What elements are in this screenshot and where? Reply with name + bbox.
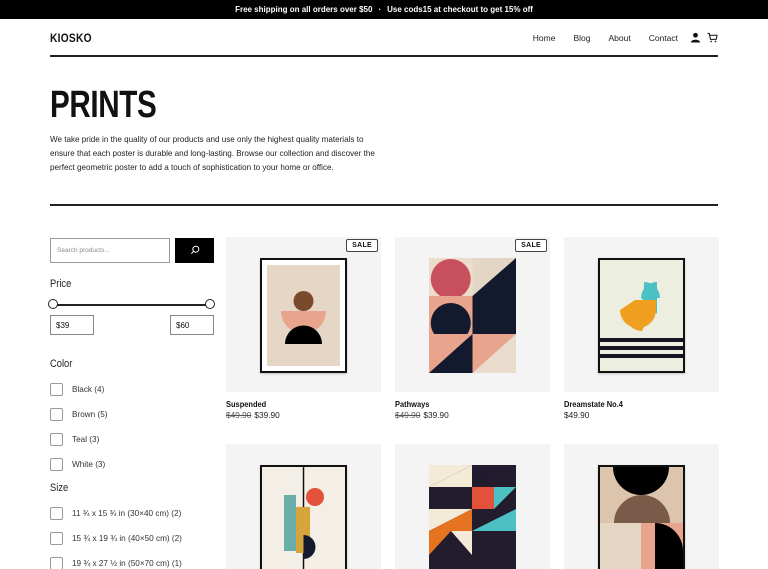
product-name[interactable]: Dreamstate No.4: [564, 399, 623, 409]
color-heading: Color: [50, 358, 73, 370]
price-slider-track[interactable]: [53, 304, 210, 306]
product-price: $49.90 $39.90: [395, 410, 449, 420]
sale-price: $39.90: [423, 410, 449, 420]
site-header: KIOSKO Home Blog About Contact: [50, 19, 718, 56]
product-image[interactable]: [598, 465, 685, 569]
color-option-brown[interactable]: Brown (5): [50, 408, 108, 421]
size-option-40x50[interactable]: 15 ¾ x 19 ¾ in (40×50 cm) (2): [50, 532, 182, 545]
size-option-label: 11 ¾ x 15 ¾ in (30×40 cm) (2): [72, 509, 182, 518]
checkbox[interactable]: [50, 507, 63, 520]
product-card-5[interactable]: [395, 444, 550, 569]
original-price: $49.90: [395, 410, 421, 420]
announcement-separator: ·: [378, 5, 382, 14]
announcement-bar: Free shipping on all orders over $50 · U…: [0, 0, 768, 19]
sale-badge: SALE: [346, 239, 378, 252]
product-card-suspended[interactable]: SALE: [226, 237, 381, 392]
size-option-30x40[interactable]: 11 ¾ x 15 ¾ in (30×40 cm) (2): [50, 507, 181, 520]
search-icon: [190, 243, 200, 258]
product-card-pathways[interactable]: SALE: [395, 237, 550, 392]
sale-badge: SALE: [515, 239, 547, 252]
color-option-label: Teal (3): [72, 435, 100, 444]
product-image[interactable]: [598, 258, 685, 373]
color-option-teal[interactable]: Teal (3): [50, 433, 99, 446]
product-image[interactable]: [429, 258, 516, 373]
product-price: $49.90 $39.90: [226, 410, 280, 420]
sale-price: $39.90: [254, 410, 280, 420]
size-option-label: 15 ¾ x 19 ¾ in (40×50 cm) (2): [72, 534, 182, 543]
product-image[interactable]: [260, 258, 347, 373]
hero-divider: [50, 204, 718, 206]
color-option-label: White (3): [72, 460, 106, 469]
promo-message: Use cods15 at checkout to get 15% off: [387, 5, 533, 14]
user-icon[interactable]: [690, 32, 701, 43]
nav-home[interactable]: Home: [533, 33, 556, 43]
product-name[interactable]: Suspended: [226, 399, 266, 409]
checkbox[interactable]: [50, 408, 63, 421]
page-description: We take pride in the quality of our prod…: [50, 135, 375, 172]
checkbox[interactable]: [50, 383, 63, 396]
price-heading: Price: [50, 278, 72, 290]
checkbox[interactable]: [50, 458, 63, 471]
product-image[interactable]: [260, 465, 347, 569]
size-option-label: 19 ¾ x 27 ½ in (50×70 cm) (1): [72, 559, 182, 568]
price-max-input[interactable]: $60: [170, 315, 214, 335]
product-price: $49.90: [564, 410, 589, 420]
color-option-black[interactable]: Black (4): [50, 383, 104, 396]
site-logo[interactable]: KIOSKO: [50, 31, 92, 45]
regular-price: $49.90: [564, 410, 590, 420]
size-heading: Size: [50, 482, 69, 494]
color-option-label: Black (4): [72, 385, 105, 394]
product-name[interactable]: Pathways: [395, 399, 429, 409]
nav-contact[interactable]: Contact: [649, 33, 678, 43]
price-slider-min-handle[interactable]: [48, 299, 58, 309]
original-price: $49.90: [226, 410, 252, 420]
main-nav: Home Blog About Contact: [515, 32, 718, 43]
search-button[interactable]: [175, 238, 214, 263]
color-option-white[interactable]: White (3): [50, 458, 105, 471]
nav-blog[interactable]: Blog: [573, 33, 590, 43]
price-min-input[interactable]: $39: [50, 315, 94, 335]
checkbox[interactable]: [50, 557, 63, 569]
shipping-message: Free shipping on all orders over $50: [235, 5, 373, 14]
product-card-dreamstate-no4[interactable]: [564, 237, 719, 392]
search-input[interactable]: [50, 238, 170, 263]
page-title: PRINTS: [50, 84, 157, 126]
cart-icon[interactable]: [707, 32, 718, 43]
product-image[interactable]: [429, 465, 516, 569]
nav-about[interactable]: About: [608, 33, 630, 43]
product-card-4[interactable]: [226, 444, 381, 569]
checkbox[interactable]: [50, 433, 63, 446]
header-divider: [50, 55, 718, 57]
color-option-label: Brown (5): [72, 410, 108, 419]
size-option-50x70[interactable]: 19 ¾ x 27 ½ in (50×70 cm) (1): [50, 557, 182, 569]
price-slider-max-handle[interactable]: [205, 299, 215, 309]
checkbox[interactable]: [50, 532, 63, 545]
product-card-6[interactable]: [564, 444, 719, 569]
